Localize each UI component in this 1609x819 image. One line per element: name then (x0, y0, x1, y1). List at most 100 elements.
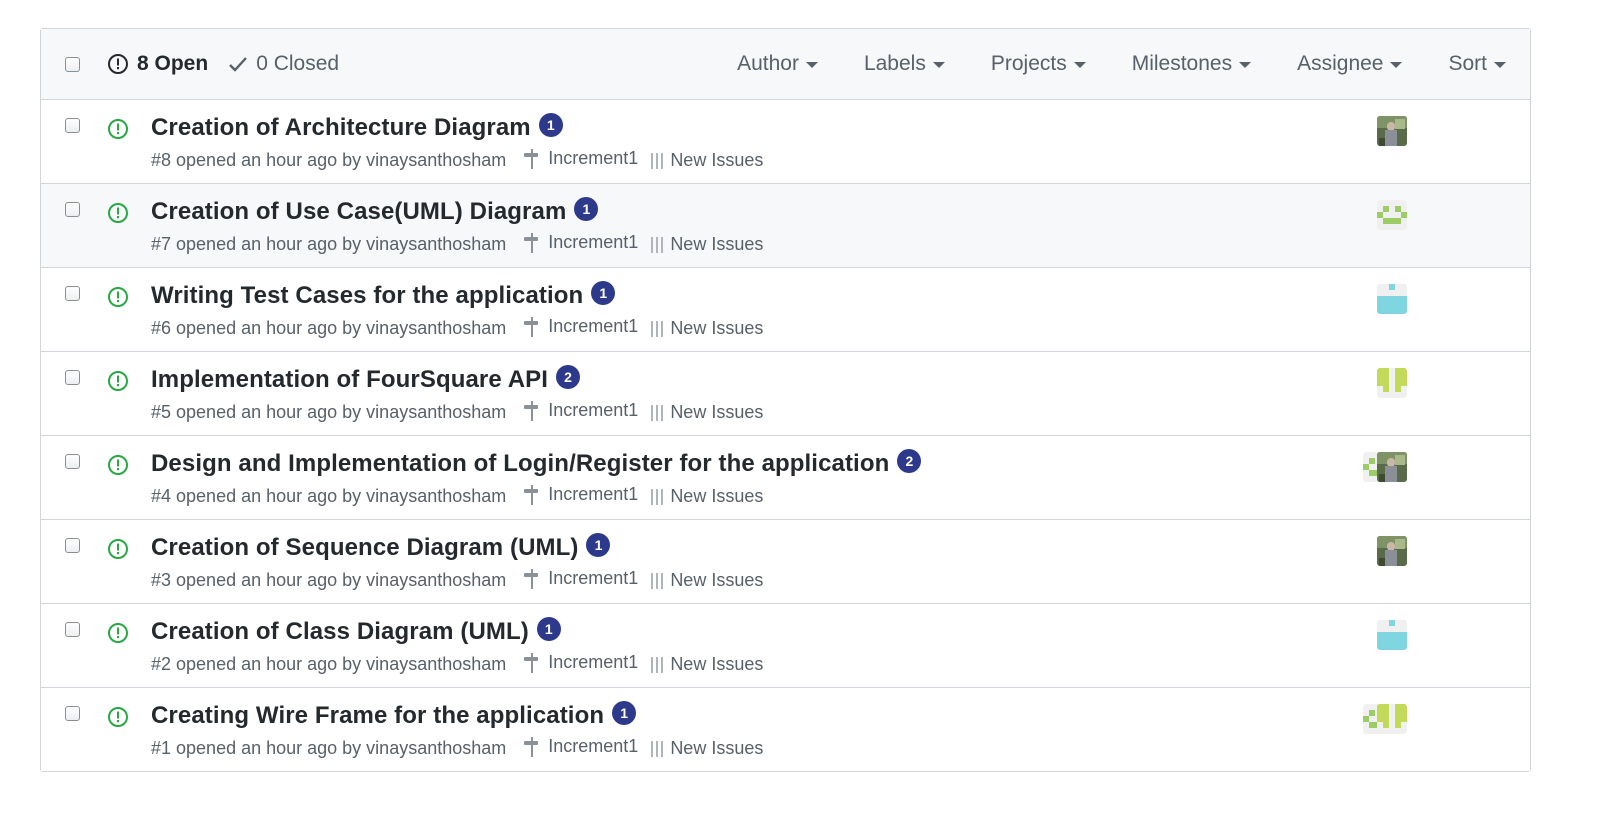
issue-title-link[interactable]: Design and Implementation of Login/Regis… (151, 450, 889, 478)
filter-label: Milestones (1131, 52, 1233, 75)
project-link[interactable]: New Issues (650, 150, 763, 171)
filter-bar: Author Labels Projects Milestones Assign… (737, 52, 1506, 76)
project-link[interactable]: New Issues (650, 486, 763, 507)
project-link[interactable]: New Issues (650, 318, 763, 339)
assignee-avatar[interactable] (1377, 452, 1407, 482)
project-icon (650, 655, 664, 675)
project-link[interactable]: New Issues (650, 570, 763, 591)
issue-title-link[interactable]: Creation of Class Diagram (UML) (151, 618, 529, 646)
milestone-link[interactable]: Increment1 (522, 483, 638, 507)
assignee-avatar[interactable] (1377, 620, 1407, 650)
project-link[interactable]: New Issues (650, 654, 763, 675)
milestone-label: Increment1 (548, 652, 639, 672)
assignee-avatar[interactable] (1377, 704, 1407, 734)
open-issues-link[interactable]: 8 Open (107, 52, 208, 76)
filter-label: Sort (1448, 52, 1487, 75)
issue-opened-by: #8 opened an hour ago by vinaysanthosham (151, 150, 507, 170)
filter-author[interactable]: Author (737, 52, 818, 76)
comment-count-badge[interactable]: 1 (536, 617, 561, 641)
closed-issues-link[interactable]: 0 Closed (228, 52, 339, 76)
comment-count-badge[interactable]: 1 (612, 701, 637, 725)
milestone-icon (522, 735, 542, 759)
milestone-link[interactable]: Increment1 (522, 651, 638, 675)
caret-down-icon (805, 62, 818, 68)
milestone-link[interactable]: Increment1 (522, 735, 638, 759)
milestone-link[interactable]: Increment1 (522, 231, 638, 255)
milestone-link[interactable]: Increment1 (522, 567, 638, 591)
issue-row[interactable]: Creation of Sequence Diagram (UML) 1 #3 … (41, 520, 1530, 604)
filter-labels[interactable]: Labels (864, 52, 945, 76)
open-count-label: 8 Open (137, 52, 209, 75)
filter-sort[interactable]: Sort (1448, 52, 1506, 76)
milestone-icon (522, 315, 542, 339)
issue-title-wrap: Creation of Class Diagram (UML) 1 (151, 617, 561, 646)
assignee-avatar[interactable] (1377, 116, 1407, 146)
project-icon (650, 319, 664, 339)
comment-count-badge[interactable]: 1 (538, 113, 563, 137)
milestone-icon (522, 567, 542, 591)
issue-title-link[interactable]: Creation of Sequence Diagram (UML) (151, 534, 578, 562)
filter-label: Author (737, 52, 799, 75)
issue-open-icon (107, 202, 129, 229)
issue-opened-by: #1 opened an hour ago by vinaysanthosham (151, 738, 507, 758)
milestone-link[interactable]: Increment1 (522, 315, 638, 339)
issue-title-link[interactable]: Creation of Use Case(UML) Diagram (151, 198, 566, 226)
issue-checkbox[interactable] (65, 538, 80, 553)
project-icon (650, 403, 664, 423)
project-link[interactable]: New Issues (650, 402, 763, 423)
comment-count-badge[interactable]: 2 (556, 365, 581, 389)
project-icon (650, 151, 664, 171)
project-link[interactable]: New Issues (650, 234, 763, 255)
issue-title-link[interactable]: Creation of Architecture Diagram (151, 114, 531, 142)
milestone-icon (522, 483, 542, 507)
milestone-label: Increment1 (548, 736, 639, 756)
issue-row[interactable]: Design and Implementation of Login/Regis… (41, 436, 1530, 520)
issue-row[interactable]: Creation of Architecture Diagram 1 #8 op… (41, 100, 1530, 184)
issue-title-link[interactable]: Writing Test Cases for the application (151, 282, 583, 310)
comment-count-badge[interactable]: 1 (574, 197, 599, 221)
milestone-link[interactable]: Increment1 (522, 147, 638, 171)
filter-milestones[interactable]: Milestones (1131, 52, 1252, 76)
issue-row[interactable]: Implementation of FourSquare API 2 #5 op… (41, 352, 1530, 436)
assignee-avatars (1377, 116, 1407, 146)
assignee-avatar[interactable] (1377, 368, 1407, 398)
issue-checkbox[interactable] (65, 118, 80, 133)
select-all-checkbox[interactable] (65, 56, 80, 72)
project-label: New Issues (670, 654, 764, 674)
project-link[interactable]: New Issues (650, 738, 763, 759)
issue-meta: #5 opened an hour ago by vinaysanthosham… (151, 399, 763, 423)
issue-checkbox[interactable] (65, 370, 80, 385)
issue-title-wrap: Creation of Sequence Diagram (UML) 1 (151, 533, 611, 562)
comment-count-badge[interactable]: 1 (591, 281, 616, 305)
filter-assignee[interactable]: Assignee (1297, 52, 1403, 76)
issue-checkbox[interactable] (65, 454, 80, 469)
milestone-link[interactable]: Increment1 (522, 399, 638, 423)
assignee-avatar[interactable] (1377, 536, 1407, 566)
project-label: New Issues (670, 402, 764, 422)
issue-title-link[interactable]: Creating Wire Frame for the application (151, 702, 604, 730)
milestone-label: Increment1 (548, 316, 639, 336)
comment-count-badge[interactable]: 1 (586, 533, 611, 557)
issue-meta: #6 opened an hour ago by vinaysanthosham… (151, 315, 763, 339)
issue-title-wrap: Implementation of FourSquare API 2 (151, 365, 581, 394)
issue-checkbox[interactable] (65, 202, 80, 217)
issue-checkbox[interactable] (65, 706, 80, 721)
issue-open-icon (107, 286, 129, 313)
issue-row[interactable]: Creating Wire Frame for the application … (41, 688, 1530, 771)
milestone-label: Increment1 (548, 232, 639, 252)
issue-meta: #3 opened an hour ago by vinaysanthosham… (151, 567, 763, 591)
project-label: New Issues (670, 234, 764, 254)
issues-list-header: 8 Open 0 Closed Author Labels Projects M… (41, 29, 1530, 100)
issue-row[interactable]: Writing Test Cases for the application 1… (41, 268, 1530, 352)
issue-row[interactable]: Creation of Class Diagram (UML) 1 #2 ope… (41, 604, 1530, 688)
issue-checkbox[interactable] (65, 622, 80, 637)
assignee-avatar[interactable] (1377, 284, 1407, 314)
issue-row[interactable]: Creation of Use Case(UML) Diagram 1 #7 o… (41, 184, 1530, 268)
issue-title-link[interactable]: Implementation of FourSquare API (151, 366, 548, 394)
assignee-avatar[interactable] (1377, 200, 1407, 230)
issue-meta: #1 opened an hour ago by vinaysanthosham… (151, 735, 763, 759)
issue-checkbox[interactable] (65, 286, 80, 301)
comment-count-badge[interactable]: 2 (897, 449, 922, 473)
filter-projects[interactable]: Projects (991, 52, 1086, 76)
caret-down-icon (1494, 62, 1506, 68)
